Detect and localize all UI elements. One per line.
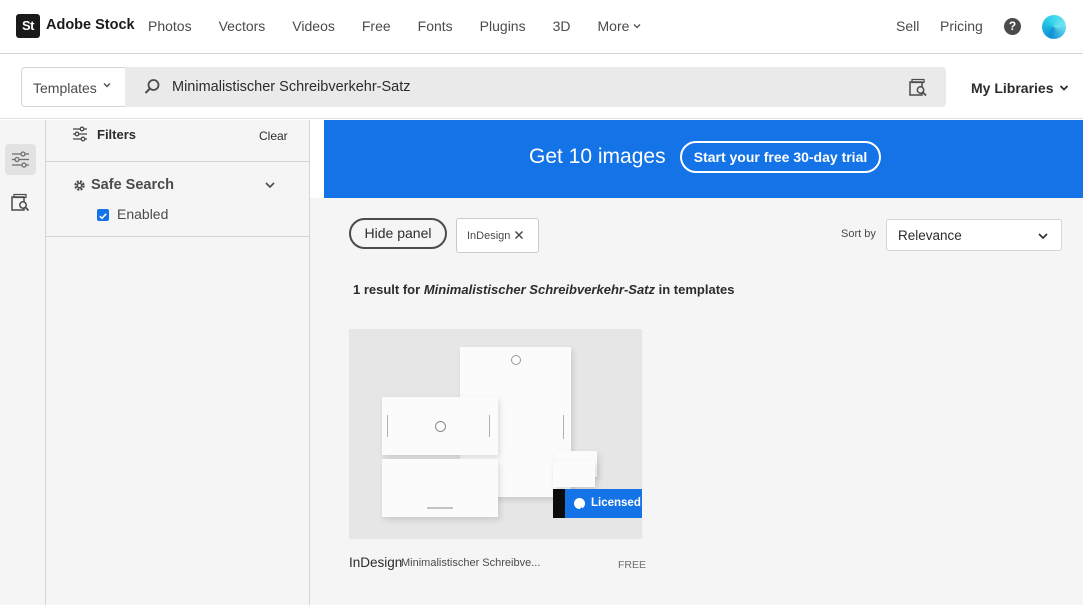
- filters-toggle-button[interactable]: [5, 144, 36, 175]
- avatar[interactable]: [1042, 15, 1066, 39]
- logo-mark-icon: [511, 355, 521, 365]
- search-scope-dropdown[interactable]: Templates: [21, 67, 125, 107]
- logo-mark-icon: [435, 421, 446, 432]
- chevron-down-icon: [1060, 85, 1069, 91]
- main-nav: Photos Vectors Videos Free Fonts Plugins…: [148, 18, 668, 34]
- my-libraries-button[interactable]: My Libraries: [971, 80, 1069, 96]
- results-query: Minimalistischer Schreibverkehr-Satz: [423, 282, 656, 297]
- safe-search-section: Safe Search Enabled: [46, 162, 309, 237]
- search-bar-row: Templates: [0, 55, 1083, 119]
- filter-panel: Filters Clear Safe Search Enabled: [46, 120, 310, 605]
- my-libraries-label: My Libraries: [971, 80, 1054, 96]
- search-input[interactable]: [172, 67, 892, 107]
- check-circle-icon: [574, 498, 585, 513]
- nav-sell[interactable]: Sell: [896, 18, 919, 34]
- visual-search-icon[interactable]: [908, 78, 928, 98]
- hide-panel-button[interactable]: Hide panel: [349, 218, 447, 249]
- licensed-badge-label: Licensed: [591, 497, 641, 509]
- filters-title: Filters: [97, 127, 137, 142]
- checkmark-icon: [99, 213, 107, 220]
- safe-search-enabled-label[interactable]: Enabled: [117, 206, 168, 222]
- filter-tag-label: InDesign: [467, 230, 511, 242]
- results-summary: 1 result for Minimalistischer Schreibver…: [353, 282, 735, 297]
- card-side-text: [489, 415, 490, 437]
- close-icon[interactable]: [514, 230, 524, 240]
- promo-text: Get 10 images: [529, 145, 666, 168]
- card-side-text: [387, 415, 388, 437]
- nav-more-label: More: [597, 18, 630, 34]
- promo-banner: Get 10 images Start your free 30-day tri…: [324, 120, 1083, 198]
- sort-value: Relevance: [898, 228, 962, 243]
- sort-by-label: Sort by: [841, 228, 876, 240]
- nav-pricing[interactable]: Pricing: [940, 18, 983, 34]
- nav-videos[interactable]: Videos: [292, 18, 335, 34]
- help-icon[interactable]: ?: [1004, 18, 1021, 35]
- licensed-badge: Licensed: [565, 489, 642, 518]
- business-card-back: [553, 461, 595, 487]
- brand-name[interactable]: Adobe Stock: [46, 17, 135, 33]
- clear-filters-button[interactable]: Clear: [259, 129, 288, 143]
- top-navigation: St Adobe Stock Photos Vectors Videos Fre…: [0, 0, 1083, 54]
- search-scope-label: Templates: [33, 80, 97, 96]
- letterhead-sidebar-text: [563, 415, 564, 439]
- chevron-down-icon: [633, 24, 641, 29]
- sliders-icon: [12, 151, 29, 168]
- business-card-black: [553, 489, 565, 518]
- chevron-down-icon: [1038, 233, 1048, 240]
- card-title-link[interactable]: Minimalistischer Schreibve...: [401, 557, 540, 569]
- search-icon: [144, 79, 160, 94]
- envelope-address-text: [427, 507, 453, 509]
- filter-sliders-icon: [73, 126, 87, 142]
- visual-search-icon: [11, 193, 30, 212]
- filter-panel-header: Filters Clear: [46, 120, 309, 162]
- visual-search-rail-button[interactable]: [5, 188, 36, 219]
- nav-vectors[interactable]: Vectors: [219, 18, 266, 34]
- adobe-stock-logo[interactable]: St: [16, 14, 40, 38]
- card-type-label: InDesign: [349, 555, 403, 570]
- nav-plugins[interactable]: Plugins: [480, 18, 526, 34]
- gear-icon: [74, 180, 85, 191]
- filter-tag-indesign: InDesign: [456, 218, 539, 253]
- left-rail: [0, 120, 46, 605]
- results-prefix: 1 result for: [353, 282, 421, 297]
- template-thumbnail[interactable]: Licensed: [349, 329, 642, 539]
- safe-search-title[interactable]: Safe Search: [91, 177, 174, 193]
- results-suffix: in templates: [658, 282, 735, 297]
- chevron-down-icon: [103, 83, 111, 88]
- sort-select[interactable]: Relevance: [886, 219, 1062, 251]
- search-box: [125, 67, 946, 107]
- card-price: FREE: [618, 559, 647, 571]
- nav-photos[interactable]: Photos: [148, 18, 192, 34]
- safe-search-checkbox[interactable]: [97, 209, 109, 221]
- free-trial-button[interactable]: Start your free 30-day trial: [680, 141, 881, 173]
- nav-free[interactable]: Free: [362, 18, 391, 34]
- nav-fonts[interactable]: Fonts: [418, 18, 453, 34]
- nav-3d[interactable]: 3D: [553, 18, 571, 34]
- nav-more[interactable]: More: [598, 18, 642, 34]
- chevron-down-icon[interactable]: [264, 179, 276, 191]
